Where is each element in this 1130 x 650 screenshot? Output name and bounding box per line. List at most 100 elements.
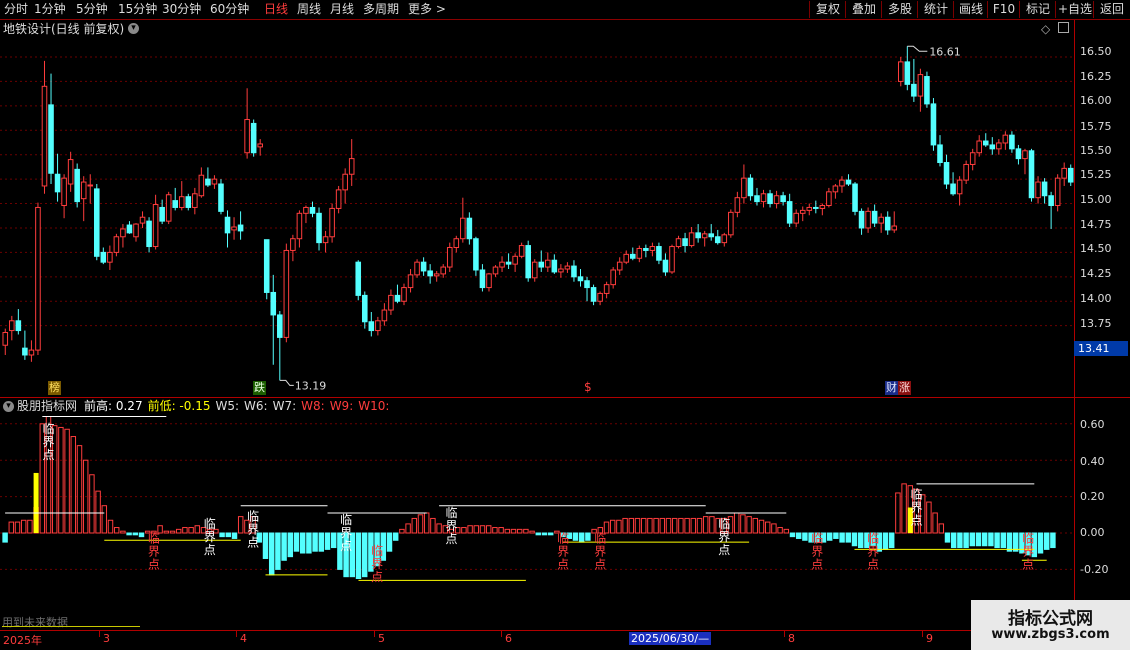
back-button[interactable]: 返回 — [1093, 1, 1130, 18]
indicator-bar — [175, 528, 182, 534]
indicator-bar — [225, 532, 232, 538]
month-tick — [922, 631, 923, 637]
critical-point-label: 临 — [594, 531, 606, 545]
period-tab-more[interactable]: 更多 > — [408, 1, 446, 18]
critical-point-label: 临 — [43, 422, 55, 436]
candle-body — [113, 236, 120, 253]
period-tab-15min[interactable]: 15分钟 — [118, 1, 157, 18]
period-tab-monthly[interactable]: 月线 — [330, 1, 354, 18]
maximize-icon[interactable] — [1058, 22, 1069, 33]
period-tab-1min[interactable]: 1分钟 — [34, 1, 66, 18]
price-tick: 14.50 — [1080, 242, 1112, 255]
period-tab-multi[interactable]: 多周期 — [363, 1, 399, 18]
indicator-bar — [857, 532, 864, 549]
indicator-field: 前高: 0.27 — [84, 399, 143, 413]
indicator-bar — [293, 532, 300, 552]
candle-body — [610, 269, 616, 286]
candle-body — [87, 184, 94, 187]
candle-body — [322, 236, 329, 244]
period-tab-5min[interactable]: 5分钟 — [76, 1, 108, 18]
indicator-bar — [504, 528, 511, 534]
candle-body — [473, 238, 479, 271]
marker-list-badge[interactable]: 榜 — [48, 381, 61, 395]
chevron-down-icon[interactable]: ▾ — [3, 401, 14, 412]
indicator-bar — [1037, 532, 1044, 554]
indicator-field: W9: — [329, 399, 354, 413]
candle-body — [741, 177, 747, 199]
indicator-name[interactable]: 股朋指标网 — [17, 398, 77, 414]
period-tab-60min[interactable]: 60分钟 — [210, 1, 249, 18]
critical-point-label: 点 — [340, 539, 352, 553]
candle-body — [211, 178, 218, 185]
draw-line-button[interactable]: 画线 — [953, 1, 988, 18]
candle-body — [296, 212, 303, 240]
indicator-field: W8: — [301, 399, 325, 413]
candle-body — [708, 233, 715, 238]
candle-body — [545, 259, 551, 268]
indicator-bar — [194, 525, 201, 534]
critical-point-label: 点 — [247, 536, 259, 550]
indicator-bar — [417, 514, 424, 534]
candle-body — [577, 276, 584, 282]
period-tab-weekly[interactable]: 周线 — [297, 1, 321, 18]
indicator-bar — [833, 532, 839, 539]
critical-point-label: 点 — [557, 557, 569, 571]
indicator-bar — [2, 532, 8, 543]
month-tick — [374, 631, 375, 637]
candle-body — [342, 173, 348, 191]
critical-point-label: 界 — [148, 544, 160, 558]
candle-body — [290, 238, 296, 251]
mark-button[interactable]: 标记 — [1019, 1, 1056, 18]
month-tick — [784, 631, 785, 637]
chevron-down-icon[interactable]: ▾ — [128, 23, 139, 34]
indicator-bar — [764, 521, 771, 534]
marker-dollar[interactable]: $ — [584, 380, 592, 394]
signal-accent-bar — [33, 472, 39, 533]
candle-body — [479, 269, 486, 289]
add-watchlist-button[interactable]: +自选 — [1055, 1, 1094, 18]
candle-body — [192, 193, 198, 208]
indicator-bar — [845, 532, 852, 543]
critical-point-label: 临 — [148, 531, 160, 545]
period-tab-30min[interactable]: 30分钟 — [162, 1, 201, 18]
indicator-bar — [318, 532, 325, 552]
indicator-bar — [188, 527, 194, 534]
candle-body — [283, 249, 290, 338]
critical-point-label: 点 — [911, 514, 923, 528]
critical-point-label: 点 — [204, 543, 216, 557]
indicator-bar — [516, 528, 523, 534]
diamond-icon[interactable]: ◇ — [1041, 22, 1050, 36]
statistics-button[interactable]: 统计 — [917, 1, 954, 18]
critical-point-label: 点 — [718, 543, 730, 557]
month-tick — [501, 631, 502, 637]
indicator-bar — [678, 517, 684, 534]
main-chart-title: 地铁设计(日线 前复权) — [3, 22, 125, 36]
note-underline — [2, 626, 140, 627]
date-label: 6 — [505, 632, 512, 645]
candle-body — [590, 287, 597, 302]
f10-button[interactable]: F10 — [987, 1, 1020, 18]
candle-body — [499, 261, 505, 268]
date-label: 2025年 — [3, 634, 42, 647]
candle-body — [244, 119, 250, 154]
marker-drop-badge[interactable]: 跌 — [253, 381, 266, 395]
critical-point-label: 临 — [557, 531, 569, 545]
candle-body — [172, 200, 179, 208]
critical-point-label: 界 — [204, 530, 216, 544]
watermark-url: www.zbgs3.com — [991, 627, 1110, 642]
indicator-bar — [771, 523, 777, 534]
period-toolbar: 分时 1分钟 5分钟 15分钟 30分钟 60分钟 日线 周线 月线 多周期 更… — [0, 0, 1130, 20]
candle-body — [643, 247, 649, 251]
period-tab-daily[interactable]: 日线 — [264, 1, 288, 18]
overlay-button[interactable]: 叠加 — [845, 1, 882, 18]
candle-body — [871, 210, 878, 224]
marker-finance-badge[interactable]: 财 — [885, 381, 898, 395]
restore-rights-button[interactable]: 复权 — [809, 1, 846, 18]
period-tab-timeshare[interactable]: 分时 — [4, 1, 28, 18]
candle-body — [381, 309, 388, 322]
marker-rise-badge[interactable]: 涨 — [898, 381, 911, 395]
indicator-bar — [1012, 532, 1019, 552]
candle-body — [420, 261, 427, 272]
indicator-bar — [262, 532, 269, 559]
multi-stock-button[interactable]: 多股 — [881, 1, 918, 18]
